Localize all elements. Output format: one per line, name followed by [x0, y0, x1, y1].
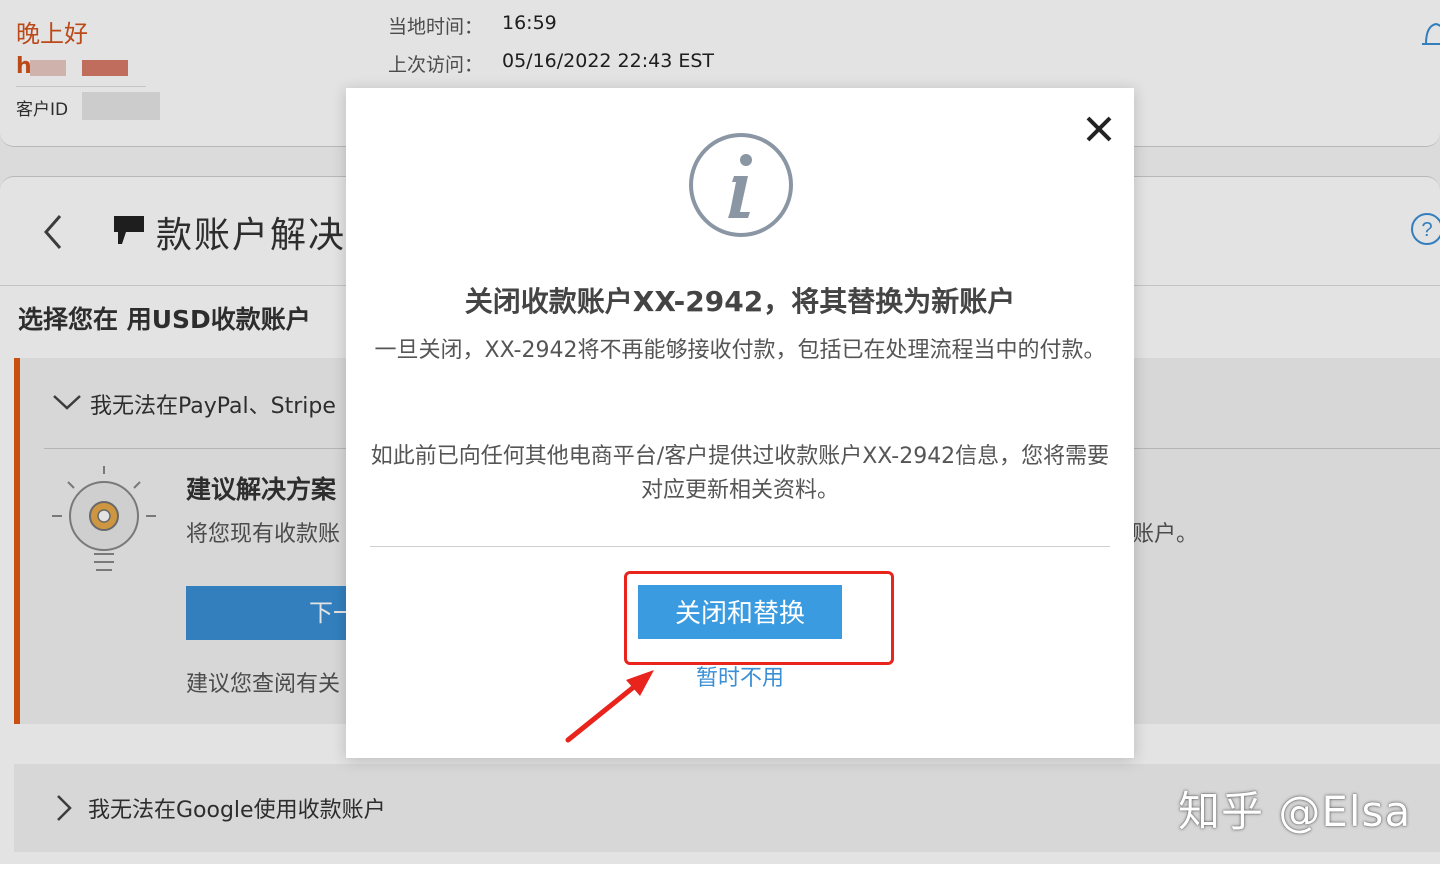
confirm-replace-dialog: 关闭收款账户XX-2942，将其替换为新账户 一旦关闭，XX-2942将不再能够… [346, 88, 1134, 758]
dialog-message: 如此前已向任何其他电商平台/客户提供过收款账户XX-2942信息，您将需要对应更… [370, 444, 1110, 503]
dialog-title: 关闭收款账户XX-2942，将其替换为新账户 [464, 285, 1016, 318]
close-icon[interactable] [1084, 114, 1114, 144]
watermark: 知乎 @Elsa [1178, 787, 1412, 836]
divider [370, 546, 1110, 547]
dialog-message: 一旦关闭，XX-2942将不再能够接收付款，包括已在处理流程当中的付款。 [374, 338, 1106, 363]
annotation-arrow-icon [565, 670, 654, 743]
info-icon [689, 133, 793, 237]
close-and-replace-button[interactable]: 关闭和替换 [638, 585, 842, 639]
